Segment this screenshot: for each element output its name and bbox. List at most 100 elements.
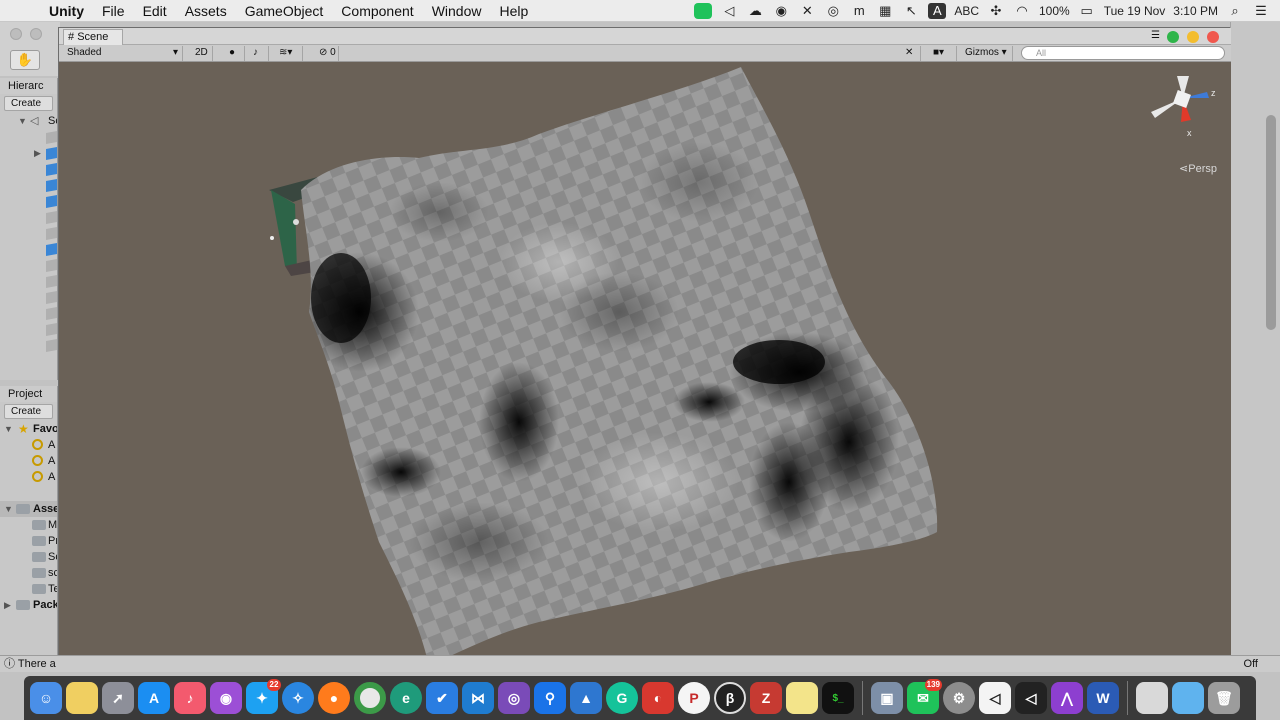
hierarchy-item[interactable] — [0, 273, 57, 289]
tools-icon[interactable]: ✕ — [901, 46, 921, 61]
main-minimize-button[interactable] — [30, 28, 42, 40]
asset-folder[interactable]: Te — [0, 581, 57, 597]
shading-mode-dropdown[interactable]: Shaded ▾ — [63, 46, 183, 61]
menu-edit[interactable]: Edit — [134, 3, 176, 19]
hierarchy-item[interactable] — [0, 225, 57, 241]
assets-row[interactable]: ▼ Asse — [0, 501, 57, 517]
hierarchy-item[interactable] — [0, 241, 57, 257]
system-preferences-icon[interactable]: ⚙ — [943, 682, 975, 714]
hierarchy-item[interactable] — [0, 257, 57, 273]
affinity-icon[interactable]: ⋀ — [1051, 682, 1083, 714]
favorite-item[interactable]: A — [0, 453, 57, 469]
menu-help[interactable]: Help — [490, 3, 537, 19]
expand-arrow-icon[interactable]: ▼ — [4, 501, 13, 517]
hierarchy-item[interactable] — [0, 177, 57, 193]
asset-folder[interactable]: M — [0, 517, 57, 533]
hierarchy-item[interactable] — [0, 305, 57, 321]
hierarchy-item[interactable] — [0, 193, 57, 209]
cursor-tray-icon[interactable]: ↖ — [902, 3, 920, 19]
zotero-icon[interactable]: Z — [750, 682, 782, 714]
favorites-row[interactable]: ▼ ★ Favo — [0, 421, 57, 437]
effects-dropdown-icon[interactable]: ≋▾ — [275, 46, 303, 61]
github-desktop-icon[interactable]: ◎ — [498, 682, 530, 714]
main-close-button[interactable] — [10, 28, 22, 40]
color-picker-tray-icon[interactable]: ◉ — [772, 3, 790, 19]
menu-unity[interactable]: Unity — [40, 3, 93, 19]
app-store-icon[interactable]: A — [138, 682, 170, 714]
menu-assets[interactable]: Assets — [176, 3, 236, 19]
stickies-icon[interactable] — [66, 682, 98, 714]
window-zoom-button[interactable] — [1167, 31, 1179, 43]
cloud-tray-icon[interactable]: ☁ — [746, 3, 764, 19]
documents-stack-icon[interactable] — [1136, 682, 1168, 714]
project-create-button[interactable]: Create — [4, 404, 53, 419]
projection-toggle[interactable]: ⋖Persp — [1179, 162, 1217, 175]
trash-icon[interactable]: 🗑 — [1208, 682, 1240, 714]
hand-tool-button[interactable]: ✋ — [10, 50, 40, 70]
clock-time[interactable]: 3:10 PM — [1173, 4, 1218, 18]
expand-arrow-icon[interactable]: ▼ — [4, 421, 13, 437]
menu-window[interactable]: Window — [423, 3, 491, 19]
unity-icon[interactable]: ◁ — [1015, 682, 1047, 714]
unity-hub-tray-icon[interactable]: ◁ — [720, 3, 738, 19]
window-menu-icon[interactable]: ☰ — [1151, 31, 1163, 43]
gizmos-dropdown[interactable]: Gizmos ▾ — [961, 46, 1013, 61]
scene-viewport[interactable]: z x ⋖Persp — [59, 62, 1231, 668]
layout-tray-icon[interactable]: ▦ — [876, 3, 894, 19]
firefox-icon[interactable]: ● — [318, 682, 350, 714]
scene-root-row[interactable]: ▼ ◁ Sc — [0, 113, 57, 129]
spotlight-search-icon[interactable]: ⌕ — [1226, 3, 1244, 19]
scene-render[interactable] — [59, 62, 1231, 668]
hierarchy-item[interactable] — [0, 209, 57, 225]
maps-pin-icon[interactable]: ⚲ — [534, 682, 566, 714]
favorite-item[interactable]: A — [0, 469, 57, 485]
battery-icon[interactable]: ▭ — [1078, 3, 1096, 19]
hierarchy-item[interactable] — [0, 337, 57, 353]
window-close-button[interactable] — [1207, 31, 1219, 43]
hierarchy-item[interactable] — [0, 289, 57, 305]
input-method-label[interactable]: ABC — [954, 4, 979, 18]
word-icon[interactable]: W — [1087, 682, 1119, 714]
menu-file[interactable]: File — [93, 3, 134, 19]
safari-icon[interactable]: ✧ — [282, 682, 314, 714]
twitter-icon[interactable]: ✦ 22 — [246, 679, 281, 714]
battery-percent[interactable]: 100% — [1039, 4, 1070, 18]
asset-folder[interactable]: sc — [0, 565, 57, 581]
input-method-icon[interactable]: A — [928, 2, 947, 19]
clock-date[interactable]: Tue 19 Nov — [1104, 4, 1166, 18]
hierarchy-create-button[interactable]: Create — [4, 96, 53, 111]
status-message[interactable]: There a — [18, 658, 56, 670]
expand-arrow-icon[interactable]: ▼ — [18, 113, 27, 129]
camera-dropdown-icon[interactable]: ■▾ — [929, 46, 957, 61]
scene-tab[interactable]: # Scene — [63, 29, 123, 45]
hierarchy-item[interactable] — [0, 161, 57, 177]
unknown-app-icon[interactable]: β — [714, 682, 746, 714]
podcasts-icon[interactable]: ◉ — [210, 682, 242, 714]
line-tray-icon[interactable] — [694, 2, 713, 19]
scene-search-input[interactable]: All — [1021, 46, 1225, 60]
inspector-scrollbar[interactable] — [1266, 115, 1276, 330]
hierarchy-item[interactable] — [0, 321, 57, 337]
line-icon[interactable]: ✉ 139 — [907, 679, 942, 714]
grammarly-icon[interactable]: G — [606, 682, 638, 714]
vscode-icon[interactable]: ⋈ — [462, 682, 494, 714]
asset-folder[interactable]: Sc — [0, 549, 57, 565]
terminal-icon[interactable]: $_ — [822, 682, 854, 714]
edge-beta-icon[interactable]: e — [390, 682, 422, 714]
hierarchy-item[interactable] — [0, 129, 57, 145]
project-tab[interactable]: Project — [0, 386, 57, 402]
window-minimize-button[interactable] — [1187, 31, 1199, 43]
launchpad-icon[interactable]: ➚ — [102, 682, 134, 714]
unity-hub-icon[interactable]: ◁ — [979, 682, 1011, 714]
cross-tray-icon[interactable]: ✕ — [798, 3, 816, 19]
menu-component[interactable]: Component — [332, 3, 422, 19]
record-tray-icon[interactable]: ◎ — [824, 3, 842, 19]
things-icon[interactable]: ✔ — [426, 682, 458, 714]
hidden-objects-toggle[interactable]: ⊘ 0 — [315, 46, 339, 61]
collapse-arrow-icon[interactable]: ▶ — [34, 145, 41, 161]
packages-row[interactable]: ▶ Pack — [0, 597, 57, 613]
favorite-item[interactable]: A — [0, 437, 57, 453]
asset-folder[interactable]: Pr — [0, 533, 57, 549]
bluetooth-icon[interactable]: ✣ — [987, 3, 1005, 19]
collapse-arrow-icon[interactable]: ▶ — [4, 597, 11, 613]
